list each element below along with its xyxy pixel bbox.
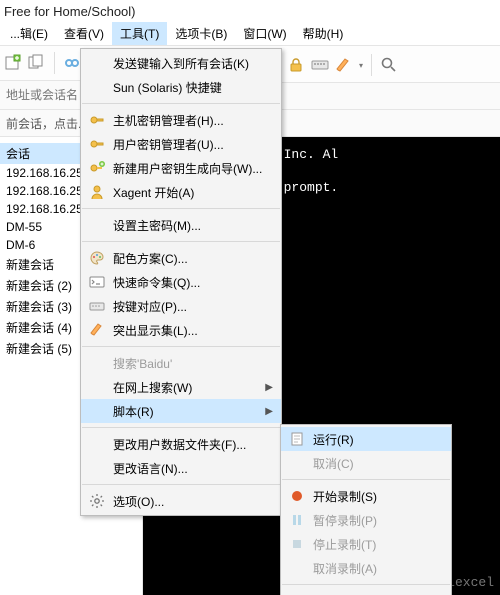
record-icon <box>287 486 307 506</box>
sessions-icon[interactable] <box>28 54 46 72</box>
submenu-arrow-icon: ▶ <box>265 406 273 417</box>
stop-icon <box>287 534 307 554</box>
pause-icon <box>287 510 307 530</box>
menu-highlight[interactable]: 突出显示集(L)... <box>81 318 281 342</box>
menu-window[interactable]: 窗口(W) <box>235 22 294 45</box>
submenu-pause-record: 暂停录制(P) <box>281 508 451 532</box>
menu-hostkey[interactable]: 主机密钥管理者(H)... <box>81 108 281 132</box>
menu-edit[interactable]: ...辑(E) <box>2 22 56 45</box>
menu-xagent[interactable]: Xagent 开始(A) <box>81 180 281 204</box>
menu-options[interactable]: 选项(O)... <box>81 489 281 513</box>
menu-newkey-wizard[interactable]: 新建用户密钥生成向导(W)... <box>81 156 281 180</box>
menu-quick-cmd[interactable]: 快速命令集(Q)... <box>81 270 281 294</box>
menu-keymap[interactable]: 按键对应(P)... <box>81 294 281 318</box>
submenu-open-folder[interactable]: 打开脚本文件夹(F) <box>281 589 451 595</box>
agent-icon <box>87 182 107 202</box>
menu-send-key[interactable]: 发送键输入到所有会话(K) <box>81 51 281 75</box>
menu-userkey[interactable]: 用户密钥管理者(U)... <box>81 132 281 156</box>
submenu-arrow-icon: ▶ <box>265 382 273 393</box>
submenu-cancel-record: 取消录制(A) <box>281 556 451 580</box>
keyboard-icon <box>87 296 107 316</box>
menu-tabs[interactable]: 选项卡(B) <box>167 22 235 45</box>
script-file-icon <box>287 429 307 449</box>
menu-sun-shortcut[interactable]: Sun (Solaris) 快捷键 <box>81 75 281 99</box>
submenu-run[interactable]: 运行(R) <box>281 427 451 451</box>
menu-web-search[interactable]: 在网上搜索(W)▶ <box>81 375 281 399</box>
terminal-icon <box>87 272 107 292</box>
new-session-icon[interactable] <box>4 54 22 72</box>
highlighter-icon[interactable] <box>335 56 353 74</box>
submenu-cancel: 取消(C) <box>281 451 451 475</box>
script-submenu: 运行(R) 取消(C) 开始录制(S) 暂停录制(P) 停止录制(T) 取消录制… <box>280 424 452 595</box>
menu-view[interactable]: 查看(V) <box>56 22 112 45</box>
keyboard-icon[interactable] <box>311 56 329 74</box>
submenu-stop-record: 停止录制(T) <box>281 532 451 556</box>
hint-text: 前会话，点击... <box>6 115 88 132</box>
palette-icon <box>87 248 107 268</box>
gear-icon <box>87 491 107 511</box>
menu-tools[interactable]: 工具(T) <box>112 22 167 45</box>
highlighter-icon <box>87 320 107 340</box>
lock-icon[interactable] <box>287 56 305 74</box>
key-add-icon <box>87 158 107 178</box>
menu-colors[interactable]: 配色方案(C)... <box>81 246 281 270</box>
menu-search-hint: 搜索'Baidu' <box>81 351 281 375</box>
menu-change-language[interactable]: 更改语言(N)... <box>81 456 281 480</box>
menu-script[interactable]: 脚本(R)▶ <box>81 399 281 423</box>
key-icon <box>87 134 107 154</box>
window-title: Free for Home/School) <box>0 0 500 21</box>
key-icon <box>87 110 107 130</box>
search-icon[interactable] <box>380 56 398 74</box>
menu-change-userdata[interactable]: 更改用户数据文件夹(F)... <box>81 432 281 456</box>
tools-menu: 发送键输入到所有会话(K) Sun (Solaris) 快捷键 主机密钥管理者(… <box>80 48 282 516</box>
menu-bar: ...辑(E) 查看(V) 工具(T) 选项卡(B) 窗口(W) 帮助(H) <box>0 21 500 46</box>
menu-main-password[interactable]: 设置主密码(M)... <box>81 213 281 237</box>
submenu-start-record[interactable]: 开始录制(S) <box>281 484 451 508</box>
menu-help[interactable]: 帮助(H) <box>295 22 352 45</box>
link-icon[interactable] <box>63 54 81 72</box>
